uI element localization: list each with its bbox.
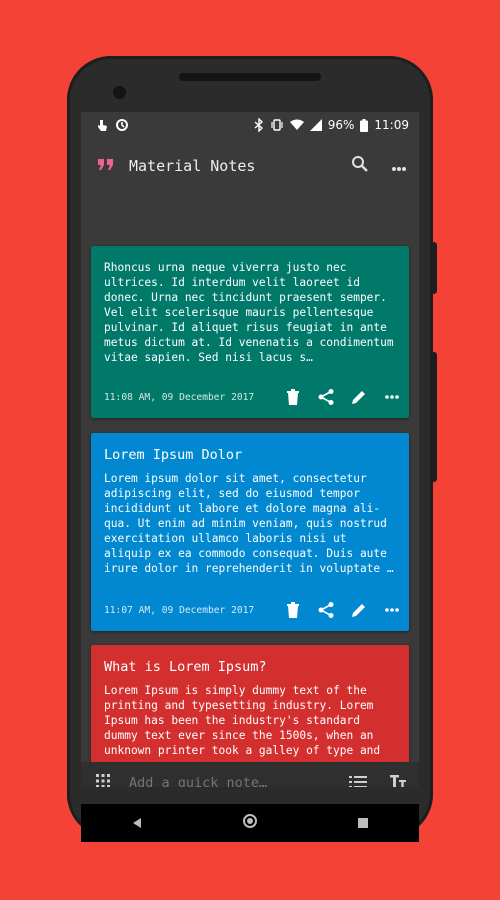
volume-button [432, 352, 437, 482]
quote-icon [97, 157, 115, 176]
battery-percent: 96% [327, 118, 355, 132]
quick-note-input[interactable] [129, 775, 349, 787]
list-icon[interactable] [349, 774, 367, 787]
trash-icon[interactable] [284, 601, 302, 619]
note-date: 11:08 AM, 09 December 2017 [104, 391, 255, 403]
notes-list[interactable]: Rhoncus urna neque viverra justo nec ult… [81, 194, 419, 762]
more-vert-icon[interactable] [391, 157, 407, 176]
note-footer: 11:07 AM, 09 December 2017 [104, 601, 401, 619]
power-button [432, 242, 437, 294]
more-horiz-icon[interactable] [383, 601, 401, 619]
vibrate-icon [270, 118, 284, 132]
top-speaker [179, 73, 321, 81]
note-title: Lorem Ipsum Dolor [104, 447, 243, 463]
pencil-icon[interactable] [350, 388, 368, 406]
recents-icon[interactable] [357, 814, 369, 833]
app-bar: Material Notes [81, 138, 419, 194]
note-card[interactable]: Rhoncus urna neque viverra justo nec ult… [91, 246, 409, 418]
note-body: Lorem Ipsum is simply dummy text of the … [104, 684, 381, 757]
home-icon[interactable] [242, 813, 258, 833]
quick-note-bar [81, 762, 419, 787]
navigation-bar [81, 804, 419, 842]
search-icon[interactable] [351, 155, 369, 177]
pencil-icon[interactable] [350, 601, 368, 619]
note-footer: 11:08 AM, 09 December 2017 [104, 388, 401, 406]
sync-icon [115, 118, 129, 132]
more-horiz-icon[interactable] [383, 388, 401, 406]
note-body: Lorem ipsum dolor sit amet, consectetur … [104, 472, 394, 575]
signal-icon [309, 119, 322, 131]
wifi-icon [289, 119, 304, 131]
screen: 96% 11:09 Material Notes Rhoncus urna ne… [81, 112, 419, 787]
touch-icon [95, 118, 109, 132]
note-title: What is Lorem Ipsum? [104, 659, 267, 675]
note-card[interactable]: What is Lorem Ipsum? Lorem Ipsum is simp… [91, 645, 409, 762]
share-icon[interactable] [317, 388, 335, 406]
clock: 11:09 [374, 118, 409, 132]
note-body: Rhoncus urna neque viverra justo nec ult… [104, 261, 394, 364]
text-size-icon[interactable] [389, 773, 407, 787]
app-title: Material Notes [129, 157, 256, 175]
share-icon[interactable] [317, 601, 335, 619]
grid-icon[interactable] [95, 773, 111, 787]
status-bar: 96% 11:09 [81, 112, 419, 138]
back-icon[interactable] [131, 814, 143, 833]
battery-icon [360, 118, 369, 132]
front-camera [113, 86, 126, 99]
note-card[interactable]: Lorem Ipsum Dolor Lorem ipsum dolor sit … [91, 433, 409, 631]
phone-frame: 96% 11:09 Material Notes Rhoncus urna ne… [67, 56, 437, 842]
bluetooth-icon [254, 118, 264, 132]
note-date: 11:07 AM, 09 December 2017 [104, 604, 255, 616]
trash-icon[interactable] [284, 388, 302, 406]
